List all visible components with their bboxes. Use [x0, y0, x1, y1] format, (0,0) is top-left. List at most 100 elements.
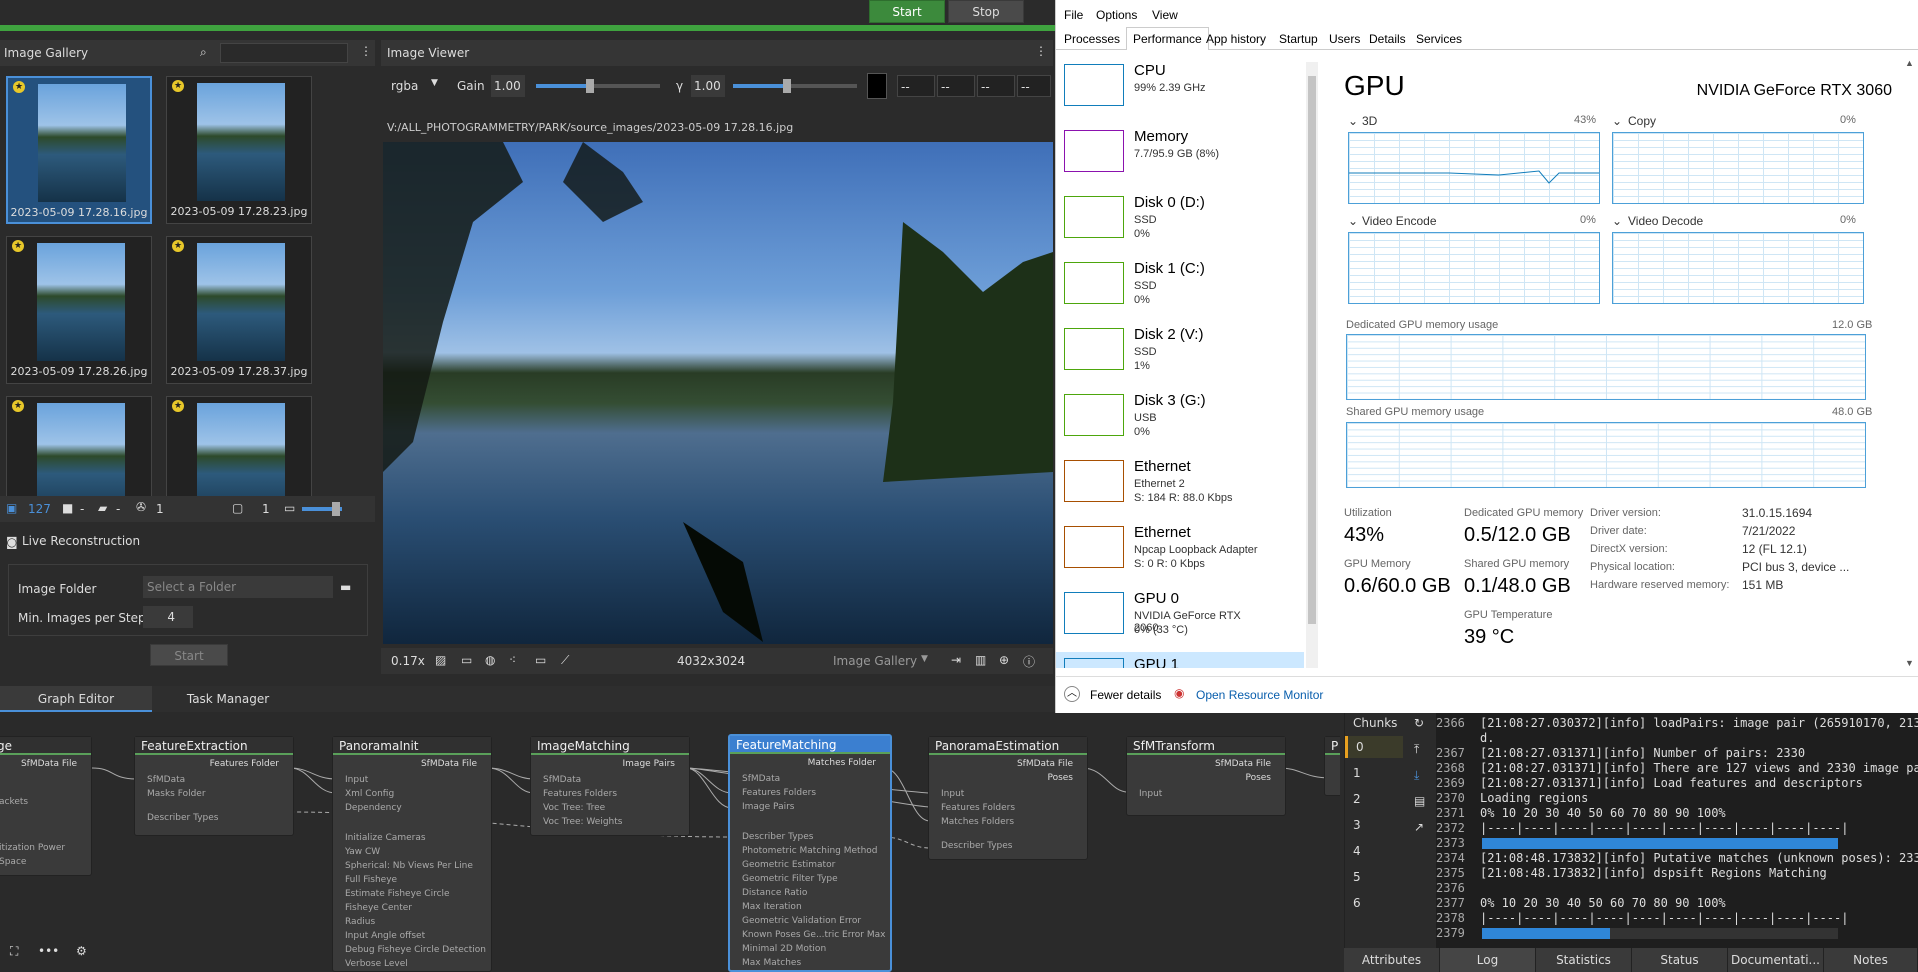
open-external-icon[interactable]: ↗ — [1414, 820, 1424, 834]
graph-node[interactable]: PanoramaEstimation SfMData File Poses In… — [928, 736, 1088, 860]
perf-item-selected[interactable]: GPU 1 — [1056, 652, 1304, 668]
thumbnail-size-slider[interactable] — [302, 502, 342, 516]
tab-statistics[interactable]: Statistics — [1536, 948, 1632, 972]
gear-icon[interactable]: ⚙ — [76, 944, 87, 958]
info-icon[interactable]: ⓘ — [1023, 653, 1035, 670]
chunk-item-selected[interactable]: 0 — [1345, 736, 1403, 758]
points-icon[interactable]: ⁖ — [509, 653, 516, 667]
channel-select[interactable]: rgba — [391, 79, 418, 93]
tab-status[interactable]: Status — [1632, 948, 1728, 972]
tab-log[interactable]: Log — [1440, 948, 1536, 972]
more-icon[interactable]: ••• — [38, 944, 59, 958]
tab-details[interactable]: Details — [1369, 32, 1406, 46]
gallery-thumb[interactable]: ★ — [166, 396, 312, 496]
gamma-slider[interactable] — [733, 79, 857, 93]
gallery-thumb[interactable]: ★ 2023-05-09 17.28.16.jpg — [6, 76, 152, 224]
chunk-item[interactable]: 2 — [1353, 792, 1361, 806]
graph-node-selected[interactable]: FeatureMatching Matches Folder SfMData F… — [728, 734, 892, 972]
graph-canvas[interactable]: ge SfMData File ackets itization Power S… — [0, 712, 1340, 972]
chevron-down-icon[interactable]: ⌄ — [1612, 114, 1622, 128]
tab-services[interactable]: Services — [1416, 32, 1462, 46]
perf-item[interactable]: Ethernet Npcap Loopback Adapter S: 0 R: 0 … — [1064, 520, 1264, 580]
chevron-down-icon[interactable]: ⌄ — [1348, 114, 1358, 128]
gallery-thumb[interactable]: ★ 2023-05-09 17.28.23.jpg — [166, 76, 312, 224]
rect-icon[interactable]: ▭ — [535, 653, 546, 667]
viewer-source-select[interactable]: Image Gallery — [833, 654, 917, 668]
thumbnail-size-icon[interactable]: ▭ — [284, 501, 295, 515]
gallery-search-input[interactable] — [220, 43, 348, 63]
chevron-up-icon[interactable]: ︿ — [1064, 686, 1080, 702]
tab-task-manager[interactable]: Task Manager — [152, 686, 304, 712]
tab-notes[interactable]: Notes — [1824, 948, 1918, 972]
tab-performance[interactable]: Performance — [1126, 27, 1209, 50]
detail-scrollbar[interactable]: ▲ ▼ — [1905, 58, 1917, 668]
min-images-stepper[interactable]: 4 — [143, 606, 193, 628]
tab-documentation[interactable]: Documentati... — [1728, 948, 1824, 972]
gain-value[interactable]: 1.00 — [491, 75, 525, 97]
graph-node[interactable]: FeatureExtraction Features Folder SfMDat… — [134, 736, 294, 836]
menu-file[interactable]: File — [1064, 8, 1083, 22]
tab-app-history[interactable]: App history — [1206, 32, 1266, 46]
menu-options[interactable]: Options — [1096, 8, 1137, 22]
fewer-details-link[interactable]: Fewer details — [1090, 688, 1161, 702]
tab-graph-editor[interactable]: Graph Editor — [0, 686, 152, 712]
gallery-menu-icon[interactable]: ⋮ — [360, 44, 372, 58]
tab-startup[interactable]: Startup — [1279, 32, 1318, 46]
frame-icon[interactable]: ▭ — [461, 653, 472, 667]
export-icon[interactable]: ⇥ — [951, 653, 961, 667]
viewer-menu-icon[interactable]: ⋮ — [1035, 44, 1047, 58]
clipboard-icon[interactable]: ▤ — [1414, 794, 1425, 808]
stop-button[interactable]: Stop — [948, 0, 1024, 23]
chevron-down-icon[interactable]: ⌄ — [1612, 214, 1622, 228]
folder-icon[interactable]: ▬ — [340, 580, 351, 594]
gallery-view-icon[interactable]: ▢ — [232, 501, 243, 515]
camera-off-icon[interactable]: ▰ — [98, 501, 107, 515]
side-scrollbar[interactable] — [1306, 62, 1318, 668]
gallery-thumb[interactable]: ★ 2023-05-09 17.28.37.jpg — [166, 236, 312, 384]
chunk-item[interactable]: 1 — [1353, 766, 1361, 780]
perf-item[interactable]: CPU 99% 2.39 GHz — [1064, 58, 1264, 118]
chunk-item[interactable]: 5 — [1353, 870, 1361, 884]
graph-node[interactable]: P — [1324, 736, 1340, 796]
graph-node[interactable]: ge SfMData File ackets itization Power S… — [0, 736, 92, 876]
scroll-bottom-icon[interactable]: ⤓ — [1414, 768, 1419, 783]
curve-icon[interactable]: ⟋ — [561, 653, 569, 668]
perf-item[interactable]: Disk 0 (D:) SSD 0% — [1064, 190, 1264, 250]
live-start-button[interactable]: Start — [150, 644, 228, 666]
open-resource-monitor-link[interactable]: Open Resource Monitor — [1196, 688, 1323, 702]
camera-icon[interactable]: ■ — [62, 501, 73, 515]
graph-node[interactable]: SfMTransform SfMData File Poses Input — [1126, 736, 1286, 816]
chunk-item[interactable]: 3 — [1353, 818, 1361, 832]
image-folder-input[interactable]: Select a Folder — [143, 576, 333, 598]
aperture-icon[interactable]: ✇ — [136, 500, 146, 514]
tab-users[interactable]: Users — [1329, 32, 1360, 46]
chunk-item[interactable]: 4 — [1353, 844, 1361, 858]
tab-processes[interactable]: Processes — [1064, 32, 1120, 46]
log-panel[interactable]: 2366 [21:08:27.030372][info] loadPairs: i… — [1436, 712, 1918, 952]
globe-icon[interactable]: ⊕ — [999, 653, 1009, 667]
gamma-value[interactable]: 1.00 — [691, 75, 725, 97]
hatch-icon[interactable]: ▨ — [435, 653, 446, 667]
perf-item[interactable]: GPU 0 NVIDIA GeForce RTX 2060 0% (33 °C) — [1064, 586, 1264, 646]
chunk-item[interactable]: 6 — [1353, 896, 1361, 910]
graph-node[interactable]: PanoramaInit SfMData File Input Xml Conf… — [332, 736, 492, 972]
perf-item[interactable]: Disk 1 (C:) SSD 0% — [1064, 256, 1264, 316]
histogram-icon[interactable]: ▥ — [975, 653, 986, 667]
perf-item[interactable]: Memory 7.7/95.9 GB (8%) — [1064, 124, 1264, 184]
menu-view[interactable]: View — [1152, 8, 1178, 22]
viewer-image[interactable] — [383, 142, 1053, 644]
gallery-thumb[interactable]: ★ — [6, 396, 152, 496]
gain-slider[interactable] — [536, 79, 660, 93]
scroll-top-icon[interactable]: ⤒ — [1414, 742, 1419, 757]
graph-node[interactable]: ImageMatching Image Pairs SfMData Featur… — [530, 736, 690, 836]
sphere-icon[interactable]: ◍ — [485, 653, 495, 667]
perf-item[interactable]: Ethernet Ethernet 2 S: 184 R: 88.0 Kbps — [1064, 454, 1264, 514]
image-icon[interactable]: ▣ — [6, 501, 17, 515]
start-button[interactable]: Start — [869, 0, 945, 23]
perf-item[interactable]: Disk 3 (G:) USB 0% — [1064, 388, 1264, 448]
fit-view-icon[interactable]: ⛶ — [10, 944, 18, 959]
chevron-down-icon[interactable]: ⌄ — [1348, 214, 1358, 228]
tab-attributes[interactable]: Attributes — [1344, 948, 1440, 972]
search-icon[interactable]: ⌕ — [200, 45, 207, 60]
gallery-thumb[interactable]: ★ 2023-05-09 17.28.26.jpg — [6, 236, 152, 384]
